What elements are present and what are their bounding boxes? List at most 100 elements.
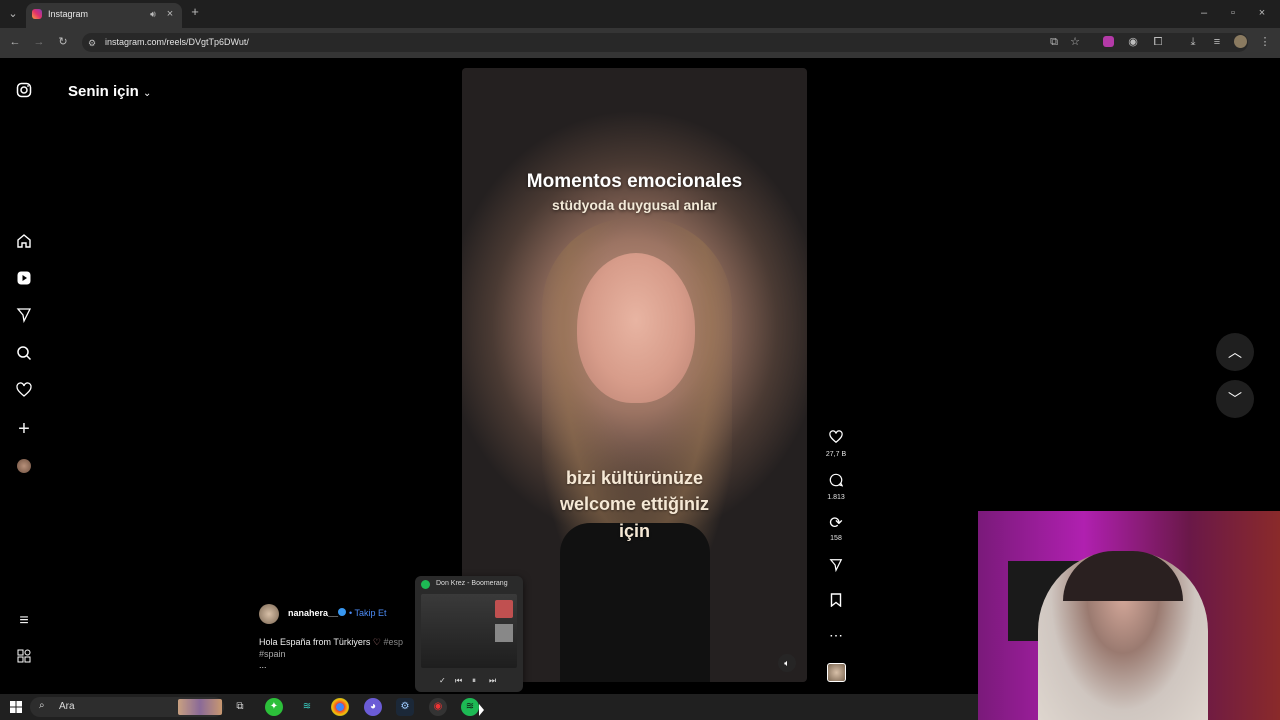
more-apps-icon[interactable]	[14, 649, 34, 669]
windows-start-icon[interactable]	[10, 700, 22, 713]
profile-avatar[interactable]	[17, 459, 31, 473]
taskbar-search-label: Ara	[59, 701, 75, 712]
search-icon[interactable]	[14, 345, 34, 365]
install-app-icon[interactable]: ⧉	[1047, 36, 1061, 48]
comment-button[interactable]: 1.813	[822, 473, 850, 501]
app-icon-teal[interactable]: ≋	[298, 698, 316, 716]
spotify-icon	[421, 580, 430, 589]
mute-toggle-icon[interactable]: 🔈︎	[778, 654, 796, 672]
window-close-icon[interactable]: ×	[1255, 7, 1269, 19]
feed-title[interactable]: Senin için ⌄	[68, 83, 151, 100]
video-overlay-text-line3: için	[618, 521, 650, 541]
spotify-window-thumbnail[interactable]	[421, 594, 517, 668]
audio-thumbnail[interactable]	[827, 663, 846, 682]
album-art	[495, 600, 513, 618]
pause-icon[interactable]: ⏸︎	[472, 676, 476, 686]
discord-icon[interactable]: ◕	[364, 698, 382, 716]
site-info-icon[interactable]: ⚙	[85, 37, 99, 49]
comment-icon	[822, 473, 850, 492]
heart-emoji-icon: ♡	[372, 637, 381, 647]
tab-title: Instagram	[48, 9, 89, 19]
instagram-logo-icon[interactable]	[14, 82, 34, 102]
previous-reel-button[interactable]: ︿	[1216, 333, 1254, 371]
video-caption-title: Momentos emocionales	[526, 171, 743, 192]
instagram-favicon-icon	[32, 9, 42, 19]
minimize-icon[interactable]: –	[1197, 7, 1211, 19]
forward-icon[interactable]: →	[32, 36, 46, 48]
reels-icon[interactable]	[14, 270, 34, 290]
browser-menu-icon[interactable]: ⋮	[1258, 36, 1272, 48]
create-plus-icon[interactable]: +	[14, 419, 34, 439]
messages-icon[interactable]	[14, 307, 34, 327]
author-avatar[interactable]	[259, 604, 279, 624]
next-track-icon[interactable]: ⏭︎	[489, 676, 496, 686]
close-tab-icon[interactable]: ×	[163, 8, 177, 20]
comment-count: 1.813	[827, 494, 845, 501]
speaker-icon[interactable]: 🔊︎	[146, 8, 160, 20]
bookmark-icon	[822, 593, 850, 612]
extension-icon[interactable]: ◉	[1126, 36, 1140, 48]
spotify-taskbar-icon[interactable]: ≋	[461, 698, 479, 716]
browser-tab[interactable]: Instagram 🔊︎ ×	[26, 3, 182, 28]
steam-icon[interactable]: ⚙	[396, 698, 414, 716]
app-icon-green[interactable]: ✦	[265, 698, 283, 716]
download-icon[interactable]: ⤓	[1186, 36, 1200, 48]
taskbar-search-box[interactable]: ⌕ Ara	[30, 697, 224, 717]
spotify-track-title: Don Krez - Boomerang	[436, 580, 508, 587]
new-tab-icon[interactable]: +	[188, 5, 202, 18]
album-art	[495, 624, 513, 642]
mouse-cursor-icon	[479, 704, 484, 716]
video-subject-face	[577, 253, 695, 403]
post-caption: Hola España from Türkiyers ♡ #esp	[259, 637, 403, 648]
follow-button[interactable]: • Takip Et	[349, 608, 387, 618]
next-reel-button[interactable]: ﹀	[1216, 380, 1254, 418]
repost-icon: ⟳	[829, 515, 843, 532]
post-hashtag[interactable]: #spain	[259, 649, 286, 659]
share-icon	[822, 558, 850, 577]
webcam-headphones	[1063, 551, 1183, 601]
menu-hamburger-icon[interactable]: ≡	[14, 611, 34, 631]
video-overlay-text-line2: welcome ettiğiniz	[559, 494, 710, 514]
more-options-icon[interactable]: ⋯	[822, 627, 850, 644]
profile-avatar[interactable]	[1234, 35, 1247, 48]
extension-icon[interactable]	[1103, 36, 1114, 47]
repost-button[interactable]: ⟳ 158	[822, 515, 850, 542]
back-icon[interactable]: ←	[8, 36, 22, 48]
like-count: 27,7 B	[825, 451, 847, 458]
feed-title-label: Senin için	[68, 83, 139, 100]
caption-tags[interactable]: #esp	[383, 637, 403, 647]
app-icon-red[interactable]: ◉	[429, 698, 447, 716]
reload-icon[interactable]: ↻	[56, 36, 70, 48]
heart-icon	[822, 430, 850, 449]
home-icon[interactable]	[14, 233, 34, 253]
webcam-overlay	[978, 511, 1280, 720]
like-button[interactable]: 27,7 B	[822, 430, 850, 458]
repost-count: 158	[830, 535, 842, 542]
author-username[interactable]: nanahera__	[288, 608, 338, 618]
notifications-heart-icon[interactable]	[14, 382, 34, 402]
video-caption-subtitle: stüdyoda duygusal anlar	[552, 197, 717, 213]
spotify-taskbar-preview[interactable]: Don Krez - Boomerang ✓ ⏮︎ ⏸︎ ⏭︎	[415, 576, 523, 692]
task-view-icon[interactable]: ⧉	[231, 698, 249, 716]
more-caption-link[interactable]: ...	[259, 660, 267, 670]
media-control-icon[interactable]: ≡	[1210, 36, 1224, 48]
chevron-down-icon: ﹀	[1228, 391, 1242, 407]
like-song-icon[interactable]: ✓	[439, 676, 446, 685]
extensions-puzzle-icon[interactable]: ⧠	[1151, 36, 1165, 48]
browser-tab-bar: ⌄ Instagram 🔊︎ × + – ▫ ×	[0, 0, 1280, 28]
previous-track-icon[interactable]: ⏮︎	[455, 676, 462, 686]
save-button[interactable]	[822, 593, 850, 612]
bookmark-star-icon[interactable]: ☆	[1068, 36, 1082, 48]
share-button[interactable]	[822, 558, 850, 577]
search-highlight-image	[178, 699, 222, 715]
tab-list-icon[interactable]: ⌄	[6, 8, 20, 20]
restore-icon[interactable]: ▫	[1226, 7, 1240, 19]
video-overlay-text-line1: bizi kültürünüze	[566, 468, 703, 488]
post-caption-text: Hola España from Türkiyers	[259, 637, 371, 647]
verified-badge-icon	[338, 608, 346, 616]
chrome-icon[interactable]	[331, 698, 349, 716]
video-subject-top	[560, 523, 710, 682]
url-text[interactable]: instagram.com/reels/DVgtTp6DWut/	[105, 37, 249, 47]
search-icon: ⌕	[39, 700, 45, 711]
chevron-down-icon: ⌄	[143, 88, 152, 99]
